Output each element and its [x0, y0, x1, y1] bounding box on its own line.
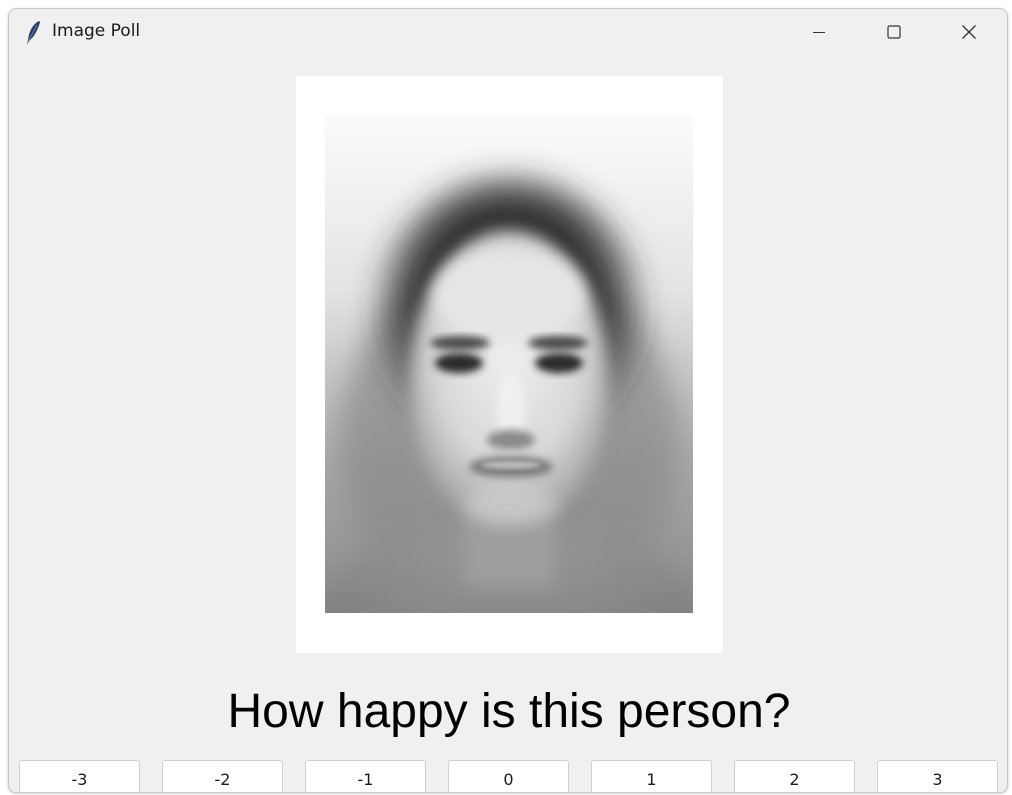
minimize-button[interactable]: [789, 9, 849, 55]
rating-button-1[interactable]: 1: [591, 760, 712, 792]
rating-button-minus-2[interactable]: -2: [162, 760, 283, 792]
rating-button-2[interactable]: 2: [734, 760, 855, 792]
image-panel: [296, 76, 723, 653]
rating-button-0[interactable]: 0: [448, 760, 569, 792]
minimize-icon: [812, 25, 826, 39]
rating-button-minus-1[interactable]: -1: [305, 760, 426, 792]
face-image: [325, 115, 693, 613]
feather-icon: [25, 20, 43, 46]
window-title: Image Poll: [52, 21, 141, 41]
rating-button-minus-3[interactable]: -3: [19, 760, 140, 792]
maximize-button[interactable]: [864, 9, 924, 55]
close-icon: [961, 24, 977, 40]
rating-buttons: -3 -2 -1 0 1 2 3: [19, 760, 999, 792]
rating-button-3[interactable]: 3: [877, 760, 998, 792]
maximize-icon: [887, 25, 901, 39]
close-button[interactable]: [939, 9, 999, 55]
app-window: Image Poll How happy is this person? -3 …: [8, 8, 1008, 793]
title-bar[interactable]: Image Poll: [9, 9, 1007, 57]
poll-question: How happy is this person?: [227, 685, 791, 738]
